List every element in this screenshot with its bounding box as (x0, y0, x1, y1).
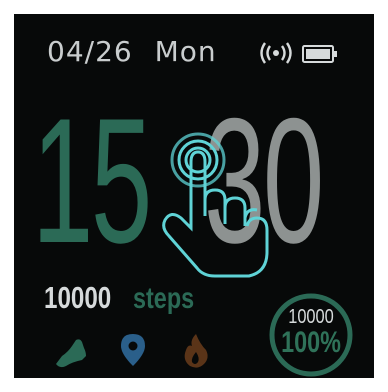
steps-count: 10000 (44, 280, 112, 315)
vibrate-icon (260, 42, 292, 64)
battery-icon (302, 45, 337, 63)
tap-hand-icon (162, 132, 269, 278)
date-label: 04/26 Mon (47, 35, 217, 68)
date-value: 04/26 (47, 35, 133, 68)
page: 04/26 Mon 15 30 10000 steps 10000 100% (0, 0, 388, 392)
hours-digits: 15 (32, 81, 152, 280)
steps-percent: 100% (281, 326, 341, 359)
location-icon (121, 334, 145, 366)
shoe-icon (56, 339, 86, 368)
watch-screen[interactable]: 04/26 Mon 15 30 10000 steps 10000 100% (14, 14, 374, 378)
weekday-value: Mon (154, 35, 217, 68)
flame-icon (184, 334, 208, 368)
